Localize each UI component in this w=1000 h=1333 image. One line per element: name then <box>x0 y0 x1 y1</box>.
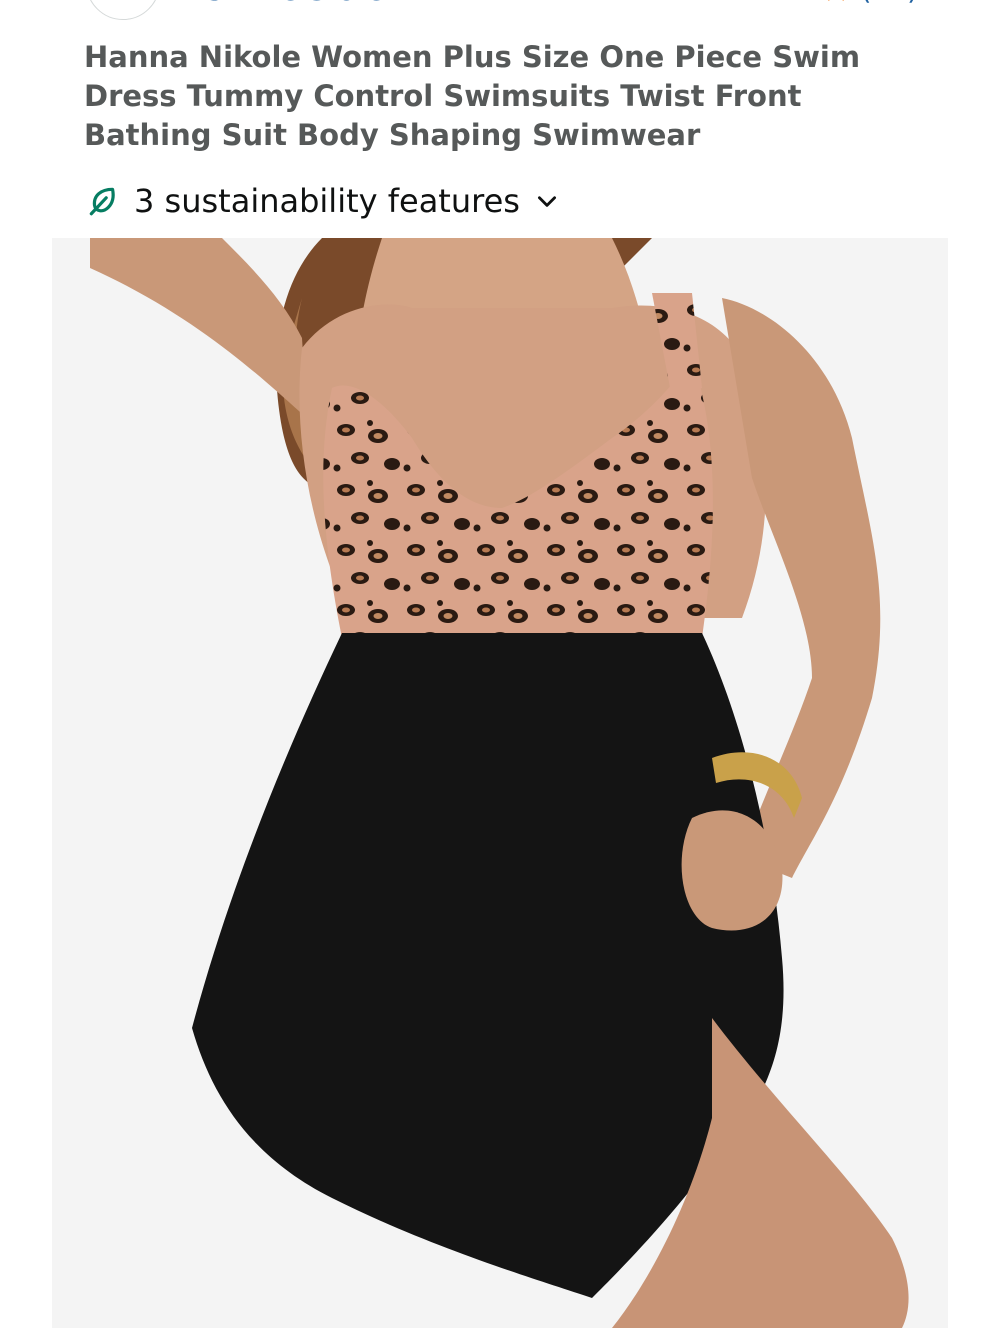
sustainability-label: 3 sustainability features <box>134 182 520 220</box>
product-photo-illustration <box>52 238 948 1328</box>
star-full-icon <box>771 0 797 3</box>
chevron-down-icon <box>534 188 560 214</box>
rating-summary[interactable]: 4.2 (74) <box>666 0 918 8</box>
store-row: Visit the Store 4.2 (74) <box>0 0 1000 20</box>
rating-value: 4.2 <box>666 0 711 8</box>
star-full-icon <box>797 0 823 3</box>
product-page: Visit the Store 4.2 (74) <box>0 0 1000 1333</box>
star-full-icon <box>719 0 745 3</box>
star-rating <box>719 0 849 3</box>
store-logo[interactable] <box>86 0 160 20</box>
star-full-icon <box>745 0 771 3</box>
product-image[interactable] <box>52 238 948 1328</box>
rating-count-link[interactable]: (74) <box>861 0 918 8</box>
visit-store-link[interactable]: Visit the Store <box>180 0 384 8</box>
product-title: Hanna Nikole Women Plus Size One Piece S… <box>84 40 861 152</box>
leaf-icon <box>86 184 120 218</box>
sustainability-features-toggle[interactable]: 3 sustainability features <box>86 177 560 225</box>
star-empty-icon <box>823 0 849 3</box>
